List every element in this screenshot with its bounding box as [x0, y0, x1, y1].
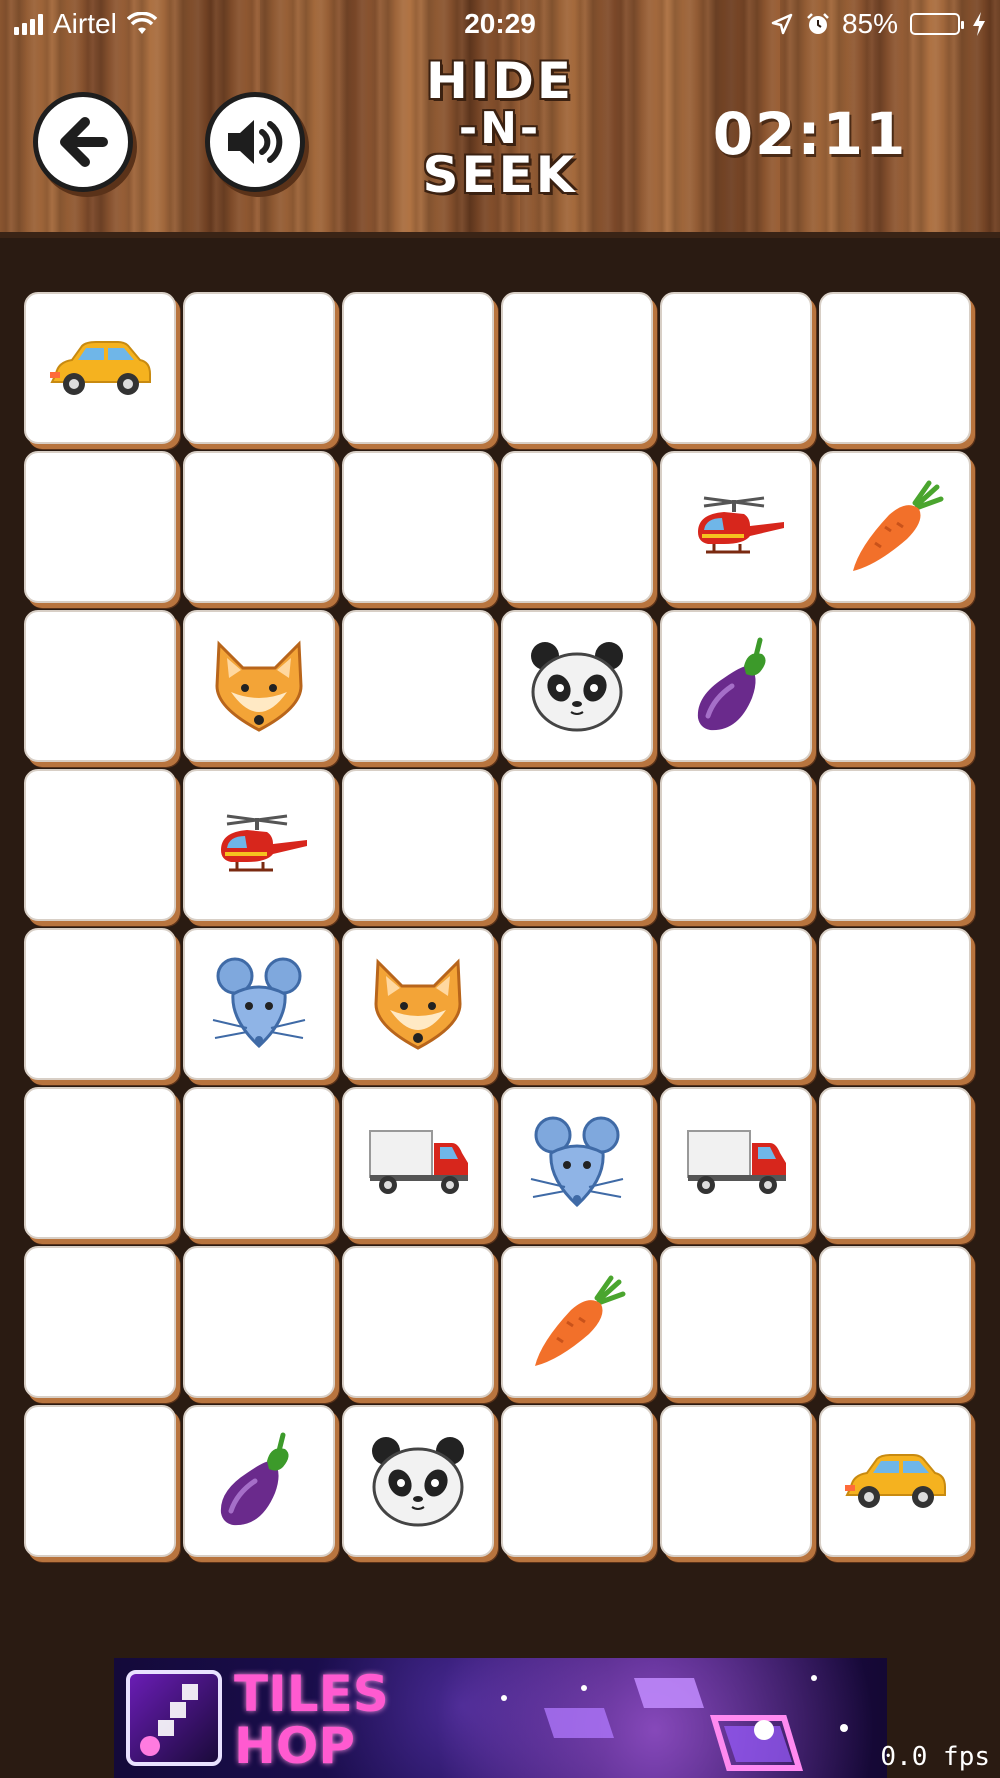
battery-percent: 85%: [841, 8, 898, 39]
game-title: HIDE -N- SEEK: [380, 52, 620, 204]
board-tile[interactable]: [342, 292, 494, 444]
board-tile[interactable]: [660, 1246, 812, 1398]
ad-title: TILES HOP: [234, 1668, 484, 1772]
board-tile[interactable]: [183, 769, 335, 921]
eggplant-icon: [688, 636, 784, 736]
board-tile[interactable]: [501, 292, 653, 444]
board-tile[interactable]: [660, 292, 812, 444]
status-right: 85%: [770, 8, 986, 40]
ad-banner[interactable]: TILES HOP: [114, 1658, 887, 1778]
board-tile[interactable]: [183, 1246, 335, 1398]
fps-counter: 0.0 fps: [880, 1742, 990, 1772]
title-line-3: SEEK: [422, 146, 578, 204]
helicopter-icon: [684, 492, 788, 562]
board-tile[interactable]: [24, 1405, 176, 1557]
board-tile[interactable]: [24, 610, 176, 762]
speaker-icon: [228, 120, 283, 164]
car-icon: [843, 1451, 947, 1511]
board-tile[interactable]: [660, 1087, 812, 1239]
back-button[interactable]: [33, 92, 133, 192]
mouse-icon: [527, 1115, 627, 1211]
charging-bolt-icon: [973, 12, 985, 36]
countdown-timer: 02:11: [712, 100, 908, 168]
board-tile[interactable]: [501, 1246, 653, 1398]
board-tile[interactable]: [501, 451, 653, 603]
board-tile[interactable]: [501, 1087, 653, 1239]
game-header: Airtel 20:29 85% HIDE -N- SEEK 02:11: [0, 0, 1000, 238]
title-line-2: -N-: [458, 103, 542, 154]
board-tile[interactable]: [819, 610, 971, 762]
board-tile[interactable]: [24, 292, 176, 444]
board-tile[interactable]: [819, 1087, 971, 1239]
board-tile[interactable]: [342, 1246, 494, 1398]
ad-title-line-2: HOP: [234, 1717, 355, 1775]
car-icon: [48, 338, 152, 398]
fox-icon: [368, 956, 468, 1052]
battery-icon: [910, 13, 964, 35]
board-tile[interactable]: [660, 769, 812, 921]
board-tile[interactable]: [183, 610, 335, 762]
board-tile[interactable]: [342, 769, 494, 921]
board-tile[interactable]: [342, 451, 494, 603]
board-tile[interactable]: [501, 928, 653, 1080]
board-tile[interactable]: [183, 928, 335, 1080]
carrot-icon: [527, 1272, 627, 1372]
truck-icon: [366, 1127, 470, 1199]
board-tile[interactable]: [819, 292, 971, 444]
board-tile[interactable]: [342, 928, 494, 1080]
board-tile[interactable]: [24, 1246, 176, 1398]
board-tile[interactable]: [501, 769, 653, 921]
panda-icon: [368, 1433, 468, 1529]
board-tile[interactable]: [501, 610, 653, 762]
board-tile[interactable]: [24, 769, 176, 921]
carrot-icon: [845, 477, 945, 577]
board-tile[interactable]: [183, 1405, 335, 1557]
helicopter-icon: [207, 810, 311, 880]
ad-decoration: [501, 1675, 848, 1771]
mouse-icon: [209, 956, 309, 1052]
alarm-clock-icon: [807, 13, 829, 34]
fox-icon: [209, 638, 309, 734]
board-tile[interactable]: [660, 1405, 812, 1557]
board-tile[interactable]: [24, 1087, 176, 1239]
status-bar: Airtel 20:29 85%: [0, 0, 1000, 50]
ad-app-icon: [126, 1670, 222, 1766]
board-tile[interactable]: [819, 928, 971, 1080]
board-tile[interactable]: [819, 1246, 971, 1398]
board-tile[interactable]: [342, 610, 494, 762]
board-tile[interactable]: [342, 1087, 494, 1239]
game-board: [24, 292, 971, 1557]
board-tile[interactable]: [660, 928, 812, 1080]
board-tile[interactable]: [660, 610, 812, 762]
location-arrow-icon: [771, 13, 793, 35]
board-tile[interactable]: [183, 451, 335, 603]
board-tile[interactable]: [24, 928, 176, 1080]
panda-icon: [527, 638, 627, 734]
truck-icon: [684, 1127, 788, 1199]
board-tile[interactable]: [819, 769, 971, 921]
board-tile[interactable]: [24, 451, 176, 603]
title-line-1: HIDE: [425, 52, 575, 110]
board-tile[interactable]: [501, 1405, 653, 1557]
eggplant-icon: [211, 1431, 307, 1531]
board-tile[interactable]: [183, 1087, 335, 1239]
board-tile[interactable]: [819, 451, 971, 603]
ad-title-line-1: TILES: [234, 1665, 389, 1723]
arrow-left-icon: [60, 117, 108, 167]
board-tile[interactable]: [819, 1405, 971, 1557]
sound-button[interactable]: [205, 92, 305, 192]
board-tile[interactable]: [660, 451, 812, 603]
board-tile[interactable]: [342, 1405, 494, 1557]
board-tile[interactable]: [183, 292, 335, 444]
